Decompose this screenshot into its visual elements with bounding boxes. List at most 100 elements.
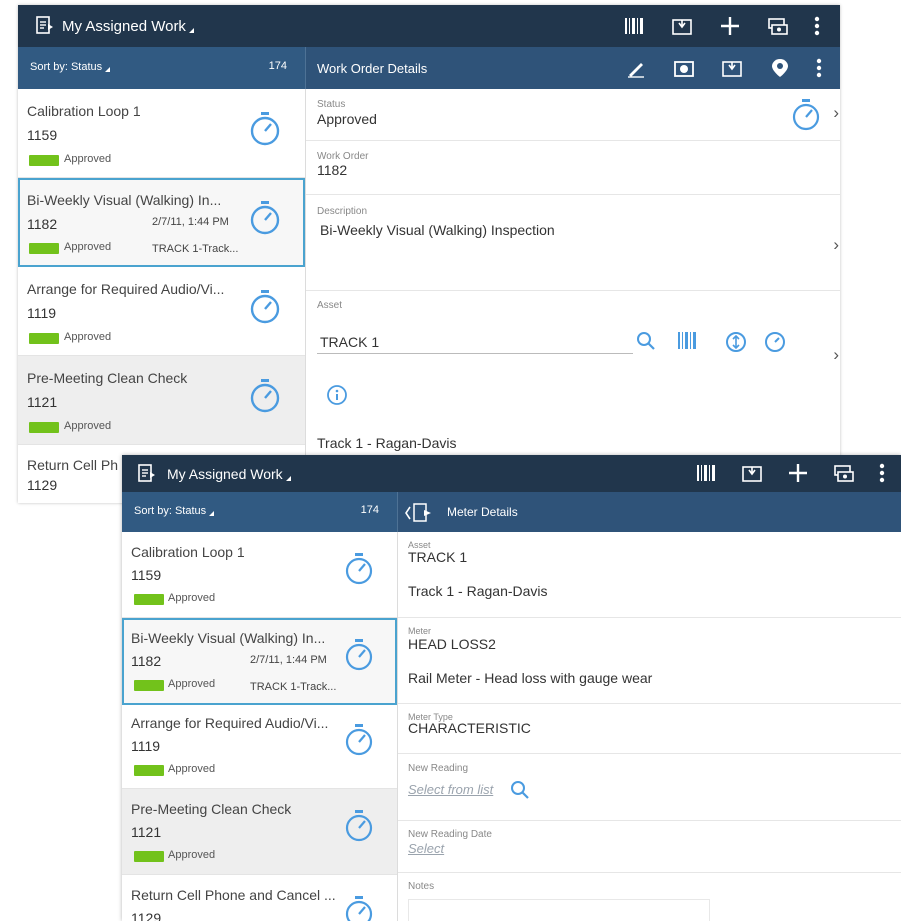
description-label: Description [317, 206, 368, 217]
barcode-icon[interactable] [683, 460, 729, 486]
work-order-location: TRACK 1-Track... [250, 681, 337, 693]
work-order-number: 1182 [131, 653, 162, 669]
work-order-number: 1121 [27, 394, 58, 410]
more-options-icon[interactable] [802, 13, 832, 39]
status-text: Approved [64, 420, 112, 432]
description-row[interactable]: Description Bi-Weekly Visual (Walking) I… [306, 195, 840, 291]
work-order-name: Arrange for Required Audio/Vi... [131, 715, 329, 731]
work-order-number: 1159 [131, 567, 162, 583]
status-badge [134, 680, 164, 691]
new-reading-label: New Reading [408, 763, 469, 774]
app-title[interactable]: My Assigned Work [167, 466, 291, 482]
add-icon[interactable] [706, 13, 754, 39]
status-value: Approved [317, 111, 377, 127]
work-order-row: Work Order 1182 [306, 141, 840, 195]
work-order-name: Arrange for Required Audio/Vi... [27, 281, 225, 297]
list-item[interactable]: Arrange for Required Audio/Vi... 1119 Ap… [18, 267, 305, 356]
work-order-date: 2/7/11, 1:44 PM [250, 654, 327, 666]
sort-bar: Sort by: Status 174 [18, 47, 305, 89]
stopwatch-icon[interactable] [790, 98, 822, 137]
barcode-icon[interactable] [610, 13, 658, 39]
work-order-name: Pre-Meeting Clean Check [131, 801, 292, 817]
notes-row: Notes [398, 873, 901, 921]
list-item[interactable]: Arrange for Required Audio/Vi... 1119 Ap… [122, 705, 397, 789]
status-badge [29, 422, 59, 433]
status-badge [29, 333, 59, 344]
chevron-right-icon[interactable]: › [833, 345, 839, 365]
list-item-selected[interactable]: Bi-Weekly Visual (Walking) In... 1182 2/… [122, 618, 397, 705]
work-order-name: Return Cell Ph [27, 457, 119, 473]
stopwatch-icon[interactable] [343, 723, 375, 762]
stopwatch-icon[interactable] [343, 895, 375, 921]
work-order-list: Calibration Loop 1 1159 Approved Bi-Week… [18, 89, 305, 503]
stopwatch-icon[interactable] [343, 809, 375, 848]
list-item[interactable]: Pre-Meeting Clean Check 1121 Approved [18, 356, 305, 445]
record-count: 174 [268, 60, 287, 72]
meter-label: Meter [408, 626, 432, 636]
sort-bar: Sort by: Status 174 [122, 492, 397, 532]
new-reading-select[interactable]: Select from list [408, 782, 493, 797]
meter-details-screen: My Assigned Work Sort by: Status 174 Met… [122, 455, 901, 921]
scroll-updown-icon[interactable] [725, 331, 747, 358]
description-value: Bi-Weekly Visual (Walking) Inspection [320, 222, 555, 238]
app-menu-icon[interactable] [138, 463, 156, 488]
meter-details: Asset TRACK 1 Track 1 - Ragan-Davis Mete… [397, 532, 901, 921]
asset-label: Asset [317, 300, 343, 311]
work-order-number: 1182 [27, 216, 58, 232]
list-item[interactable]: Calibration Loop 1 1159 Approved [122, 532, 397, 618]
status-text: Approved [168, 849, 216, 861]
sort-dropdown[interactable]: Sort by: Status [30, 61, 111, 73]
stopwatch-icon[interactable] [343, 638, 375, 677]
app-menu-icon[interactable] [36, 15, 54, 40]
meter-gauge-icon[interactable] [764, 331, 786, 358]
stopwatch-icon[interactable] [248, 200, 282, 241]
stopwatch-icon[interactable] [248, 378, 282, 419]
add-icon[interactable] [775, 460, 821, 486]
list-item-selected[interactable]: Bi-Weekly Visual (Walking) In... 1182 2/… [18, 178, 305, 267]
map-icon[interactable] [729, 460, 775, 486]
list-item[interactable]: Calibration Loop 1 1159 Approved [18, 89, 305, 178]
camera-icon[interactable] [660, 55, 708, 81]
record-count: 174 [360, 504, 379, 516]
search-icon[interactable] [510, 780, 530, 805]
back-icon[interactable] [404, 502, 434, 529]
work-order-name: Calibration Loop 1 [131, 544, 245, 560]
asset-row: Asset TRACK 1 › Track 1 - Ragan-Davis [306, 291, 840, 471]
search-icon[interactable] [636, 331, 656, 356]
list-item[interactable]: Return Cell Phone and Cancel ... 1129 [122, 875, 397, 921]
more-options-icon[interactable] [804, 55, 834, 81]
edit-icon[interactable] [612, 55, 660, 81]
asset-description: Track 1 - Ragan-Davis [317, 435, 457, 451]
map-icon[interactable] [708, 55, 756, 81]
stopwatch-icon[interactable] [248, 289, 282, 330]
status-text: Approved [64, 331, 112, 343]
barcode-icon[interactable] [677, 331, 697, 356]
detail-header: Meter Details [397, 492, 901, 532]
map-icon[interactable] [658, 13, 706, 39]
work-order-number: 1119 [131, 738, 161, 754]
status-row[interactable]: Status Approved › [306, 89, 840, 141]
notes-input[interactable] [408, 899, 710, 921]
status-badge [29, 155, 59, 166]
work-order-number: 1119 [27, 305, 57, 321]
work-order-name: Pre-Meeting Clean Check [27, 370, 188, 386]
chevron-right-icon[interactable]: › [833, 235, 839, 255]
sort-dropdown[interactable]: Sort by: Status [134, 505, 215, 517]
chevron-right-icon[interactable]: › [833, 103, 839, 123]
more-options-icon[interactable] [867, 460, 897, 486]
new-reading-date-select[interactable]: Select [408, 841, 444, 856]
location-pin-icon[interactable] [756, 55, 804, 81]
list-item[interactable]: Pre-Meeting Clean Check 1121 Approved [122, 789, 397, 875]
stopwatch-icon[interactable] [248, 111, 282, 152]
status-badge [134, 594, 164, 605]
info-icon[interactable] [326, 384, 348, 411]
asset-description: Track 1 - Ragan-Davis [408, 583, 548, 599]
asset-input[interactable]: TRACK 1 [320, 334, 379, 350]
stopwatch-icon[interactable] [343, 552, 375, 591]
sync-icon[interactable] [754, 13, 802, 39]
work-order-number: 1129 [27, 477, 58, 493]
sync-icon[interactable] [821, 460, 867, 486]
app-title[interactable]: My Assigned Work [62, 18, 194, 35]
work-order-date: 2/7/11, 1:44 PM [152, 216, 229, 228]
work-order-number: 1159 [27, 127, 58, 143]
